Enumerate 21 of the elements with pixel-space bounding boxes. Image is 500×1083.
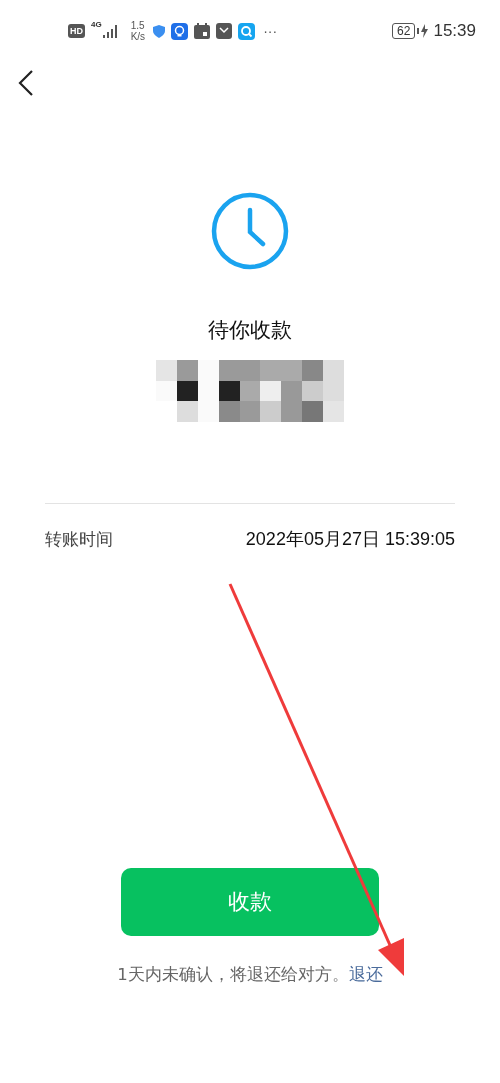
calendar-icon: [194, 23, 211, 39]
speed-unit: K/s: [130, 31, 146, 42]
clock-time: 15:39: [433, 21, 476, 41]
battery-level: 62: [392, 23, 416, 39]
shield-icon: [153, 24, 166, 38]
back-icon[interactable]: [18, 70, 34, 96]
detail-value: 2022年05月27日 15:39:05: [245, 528, 455, 551]
search-app-icon: [238, 22, 256, 40]
refund-link[interactable]: 退还: [348, 965, 383, 984]
status-title: 待你收款: [208, 317, 292, 344]
speed-value: 1.5: [130, 20, 146, 31]
charging-icon: [417, 23, 430, 39]
mail-app-icon: [216, 23, 233, 39]
refund-notice: 1天内未确认，将退还给对方。退还: [117, 964, 383, 986]
network-type: 4G: [91, 20, 102, 29]
more-notifications: ···: [263, 23, 278, 39]
detail-label: 转账时间: [45, 527, 113, 551]
lightbulb-app-icon: [171, 22, 189, 40]
signal-icon: [102, 24, 119, 38]
hd-badge: HD: [68, 24, 85, 38]
clock-icon: [211, 192, 289, 270]
